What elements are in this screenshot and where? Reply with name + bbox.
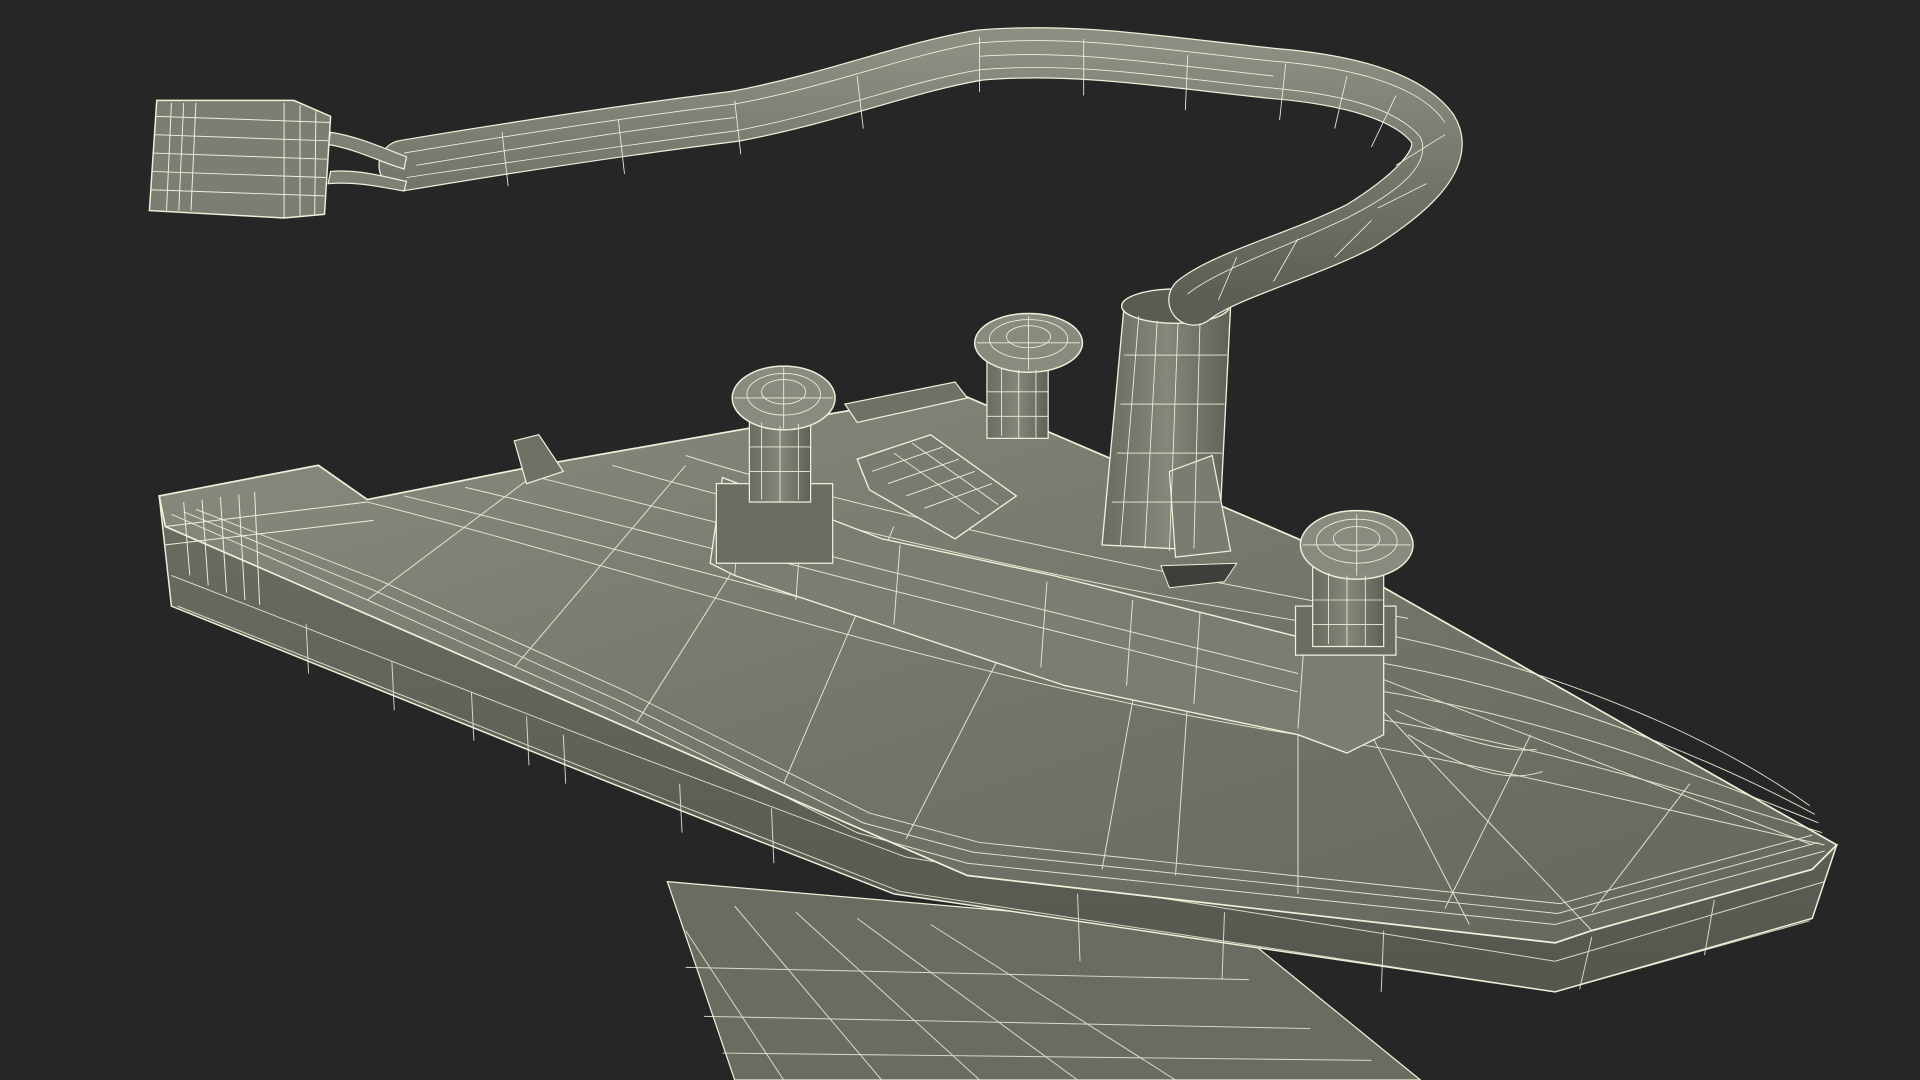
post-right xyxy=(1294,509,1414,656)
wireframe-scene xyxy=(148,27,1839,1080)
cable xyxy=(327,27,1463,326)
post-middle xyxy=(973,312,1084,439)
connector-plug xyxy=(148,99,332,219)
cable-gland xyxy=(1101,288,1238,589)
